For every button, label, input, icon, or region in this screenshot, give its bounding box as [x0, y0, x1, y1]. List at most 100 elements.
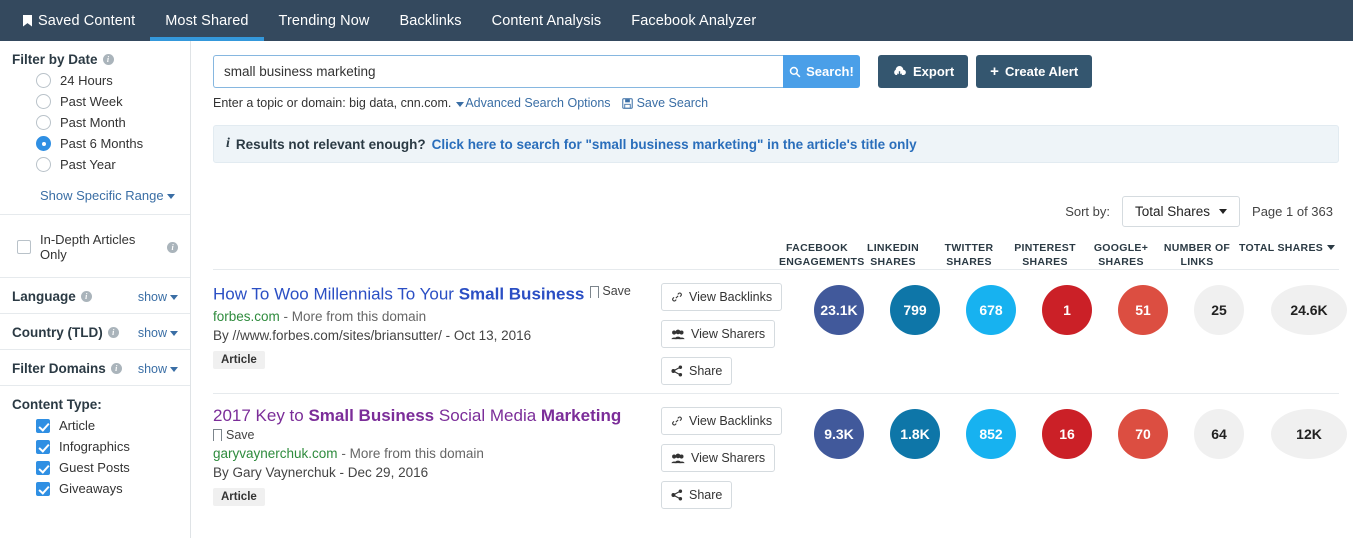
result-type-badge: Article	[213, 350, 265, 369]
info-icon[interactable]: i	[80, 291, 92, 302]
googleplus-shares-bubble[interactable]: 70	[1118, 409, 1168, 459]
result-info: 2017 Key to Small Business Social Media …	[212, 405, 661, 506]
date-option-past-6-months[interactable]: Past 6 Months	[36, 136, 178, 151]
radio-icon[interactable]	[36, 115, 51, 130]
nav-item-most-shared[interactable]: Most Shared	[150, 0, 264, 41]
twitter-shares-bubble[interactable]: 852	[966, 409, 1016, 459]
show-specific-range-link[interactable]: Show Specific Range	[40, 188, 175, 203]
nav-label: Facebook Analyzer	[631, 12, 757, 29]
advanced-search-options-link[interactable]: Advanced Search Options	[456, 96, 611, 110]
in-depth-articles-checkbox-row[interactable]: In-Depth Articles Only i	[17, 232, 178, 262]
number-of-links-bubble[interactable]: 25	[1194, 285, 1244, 335]
search-hint-row: Enter a topic or domain: big data, cnn.c…	[213, 96, 1339, 110]
content-type-giveaways[interactable]: Giveaways	[36, 481, 178, 496]
info-icon[interactable]: i	[107, 327, 119, 338]
save-button[interactable]: Save	[212, 428, 653, 446]
search-input-wrapper	[213, 55, 783, 88]
linkedin-shares-bubble[interactable]: 799	[890, 285, 940, 335]
nav-label: Trending Now	[278, 12, 370, 29]
section-label: Filter Domains	[12, 361, 106, 376]
total-shares-bubble[interactable]: 24.6K	[1271, 285, 1347, 335]
search-input[interactable]	[213, 55, 783, 88]
title-only-search-link[interactable]: Click here to search for "small business…	[432, 137, 917, 152]
save-disk-icon	[621, 97, 633, 109]
checkbox-icon-checked[interactable]	[36, 418, 50, 433]
button-label: View Sharers	[691, 327, 766, 341]
sort-by-dropdown[interactable]: Total Shares	[1121, 196, 1241, 227]
title-part: 2017 Key to	[213, 406, 309, 425]
view-sharers-button[interactable]: View Sharers	[661, 444, 776, 472]
save-search-link[interactable]: Save Search	[621, 96, 708, 110]
view-backlinks-button[interactable]: View Backlinks	[661, 283, 783, 311]
result-domain[interactable]: garyvaynerchuk.com	[213, 446, 338, 461]
header-line-1: TWITTER	[944, 242, 994, 254]
country-tld-section: Country (TLD) i show	[0, 314, 190, 350]
button-label: View Sharers	[691, 451, 766, 465]
users-group-icon	[671, 453, 685, 463]
date-option-past-week[interactable]: Past Week	[36, 94, 178, 109]
language-section: Language i show	[0, 278, 190, 314]
checkbox-icon[interactable]	[17, 240, 31, 254]
share-button[interactable]: Share	[661, 357, 733, 385]
nav-item-trending-now[interactable]: Trending Now	[264, 0, 385, 41]
language-show-toggle[interactable]: show	[138, 290, 178, 304]
section-label: Country (TLD)	[12, 325, 103, 340]
nav-item-backlinks[interactable]: Backlinks	[384, 0, 476, 41]
filter-domains-show-toggle[interactable]: show	[138, 362, 178, 376]
column-header-linkedin-shares: LINKEDIN SHARES	[855, 241, 931, 269]
pinterest-shares-bubble[interactable]: 1	[1042, 285, 1092, 335]
metric-cell-googleplus: 70	[1105, 409, 1181, 459]
checkbox-icon-checked[interactable]	[36, 439, 50, 454]
result-domain[interactable]: forbes.com	[213, 309, 280, 324]
filter-domains-section: Filter Domains i show	[0, 350, 190, 386]
info-icon[interactable]: i	[110, 363, 122, 374]
view-sharers-button[interactable]: View Sharers	[661, 320, 776, 348]
content-type-article[interactable]: Article	[36, 418, 178, 433]
nav-item-facebook-analyzer[interactable]: Facebook Analyzer	[616, 0, 771, 41]
save-button[interactable]: Save	[589, 281, 631, 303]
result-title[interactable]: How To Woo Millennials To Your Small Bus…	[213, 281, 653, 305]
checkbox-label: Giveaways	[59, 481, 123, 496]
total-shares-bubble[interactable]: 12K	[1271, 409, 1347, 459]
googleplus-shares-bubble[interactable]: 51	[1118, 285, 1168, 335]
result-title[interactable]: 2017 Key to Small Business Social Media …	[213, 405, 653, 426]
share-button[interactable]: Share	[661, 481, 733, 509]
nav-item-saved-content[interactable]: Saved Content	[8, 0, 150, 41]
radio-icon[interactable]	[36, 73, 51, 88]
radio-icon[interactable]	[36, 94, 51, 109]
content-type-infographics[interactable]: Infographics	[36, 439, 178, 454]
nav-item-content-analysis[interactable]: Content Analysis	[477, 0, 617, 41]
pinterest-shares-bubble[interactable]: 16	[1042, 409, 1092, 459]
country-tld-show-toggle[interactable]: show	[138, 326, 178, 340]
search-button[interactable]: Search!	[783, 55, 860, 88]
number-of-links-bubble[interactable]: 64	[1194, 409, 1244, 459]
radio-icon[interactable]	[36, 157, 51, 172]
info-icon[interactable]: i	[102, 54, 114, 65]
more-from-domain-link[interactable]: More from this domain	[350, 446, 484, 461]
more-from-domain-link[interactable]: More from this domain	[292, 309, 426, 324]
checkbox-icon-checked[interactable]	[36, 481, 50, 496]
create-alert-button[interactable]: + Create Alert	[976, 55, 1093, 88]
column-header-number-of-links: NUMBER OF LINKS	[1159, 241, 1235, 269]
bookmark-icon	[23, 14, 32, 27]
export-button[interactable]: Export	[878, 55, 969, 88]
table-row: 2017 Key to Small Business Social Media …	[212, 393, 1347, 517]
radio-icon-selected[interactable]	[36, 136, 51, 151]
linkedin-shares-bubble[interactable]: 1.8K	[890, 409, 940, 459]
nav-label: Saved Content	[38, 12, 136, 29]
facebook-engagements-bubble[interactable]: 23.1K	[814, 285, 864, 335]
date-option-24-hours[interactable]: 24 Hours	[36, 73, 178, 88]
info-icon[interactable]: i	[167, 241, 178, 253]
date-option-past-month[interactable]: Past Month	[36, 115, 178, 130]
bookmark-outline-icon	[212, 429, 223, 446]
view-backlinks-button[interactable]: View Backlinks	[661, 407, 783, 435]
content-type-guest-posts[interactable]: Guest Posts	[36, 460, 178, 475]
sort-toolbar: Sort by: Total Shares Page 1 of 363	[213, 196, 1339, 227]
language-title: Language i	[12, 289, 92, 304]
checkbox-icon-checked[interactable]	[36, 460, 50, 475]
twitter-shares-bubble[interactable]: 678	[966, 285, 1016, 335]
export-button-label: Export	[913, 64, 955, 79]
column-header-total-shares[interactable]: TOTAL SHARES	[1235, 241, 1339, 269]
date-option-past-year[interactable]: Past Year	[36, 157, 178, 172]
facebook-engagements-bubble[interactable]: 9.3K	[814, 409, 864, 459]
